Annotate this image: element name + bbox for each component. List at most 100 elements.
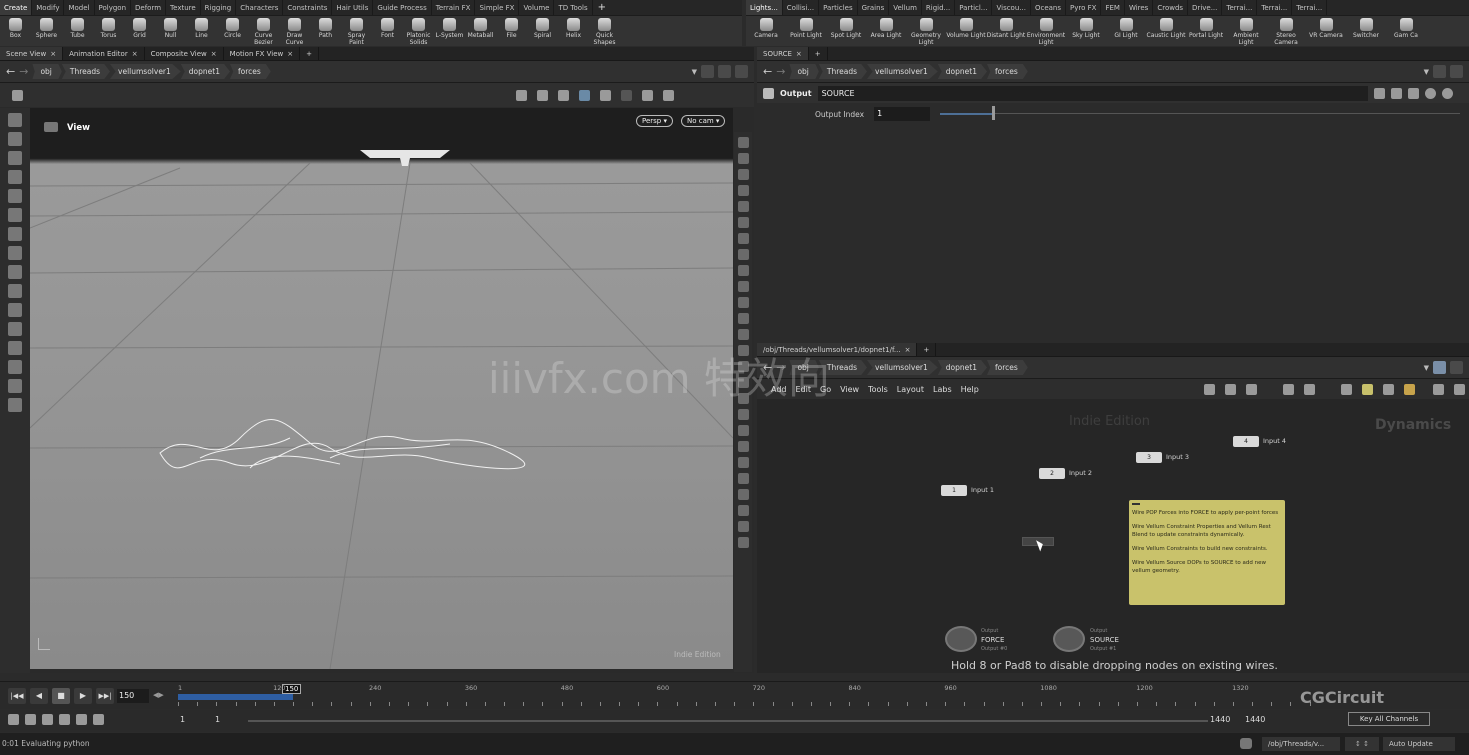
shelf-tab[interactable]: Terrai...	[1222, 0, 1258, 15]
display-option-icon[interactable]	[737, 153, 749, 164]
shelf-tool[interactable]: Portal Light	[1186, 16, 1226, 46]
info-icon[interactable]	[1424, 87, 1436, 99]
range-start-2[interactable]: 1	[215, 715, 220, 724]
render-region-icon[interactable]	[663, 89, 674, 101]
shelf-tab[interactable]: Particl...	[955, 0, 993, 15]
breadcrumb-item[interactable]: forces	[230, 64, 271, 79]
range-icon[interactable]	[93, 714, 104, 725]
shelf-tool[interactable]: Path	[310, 16, 341, 46]
display-option-icon[interactable]	[737, 377, 749, 388]
breadcrumb-item[interactable]: obj	[32, 64, 62, 79]
tab-composite-view[interactable]: Composite View ×	[145, 47, 224, 60]
tab-scene-view[interactable]: Scene View ×	[0, 47, 64, 60]
shelf-tab[interactable]: Hair Utils	[332, 0, 374, 15]
shelf-tool[interactable]: Stereo Camera	[1266, 16, 1306, 46]
shelf-tool[interactable]: Switcher	[1346, 16, 1386, 46]
close-icon[interactable]: ×	[50, 47, 56, 60]
shelf-tool[interactable]: Camera	[746, 16, 786, 46]
magnet-icon[interactable]	[8, 284, 22, 298]
shelf-tab[interactable]: Volume	[519, 0, 555, 15]
shelf-tool[interactable]: Circle	[217, 16, 248, 46]
color-icon[interactable]	[1404, 383, 1415, 395]
shelf-tool[interactable]: Metaball	[465, 16, 496, 46]
gear-icon[interactable]	[1373, 87, 1385, 99]
shelf-tool[interactable]: Null	[155, 16, 186, 46]
display-option-icon[interactable]	[737, 425, 749, 436]
shelf-tool[interactable]: Environment Light	[1026, 16, 1066, 46]
shelf-tool[interactable]: Caustic Light	[1146, 16, 1186, 46]
handle-icon[interactable]	[8, 208, 22, 222]
grid-menu-icon[interactable]	[12, 89, 23, 101]
pin-icon[interactable]	[1433, 65, 1446, 78]
range-slider[interactable]	[248, 720, 1208, 722]
breadcrumb-item[interactable]: dopnet1	[180, 64, 230, 79]
sticky-note-collapse-icon[interactable]	[1132, 503, 1140, 505]
input-node-4[interactable]: 4	[1233, 436, 1259, 447]
shelf-tool[interactable]: Line	[186, 16, 217, 46]
shelf-tool[interactable]: Area Light	[866, 16, 906, 46]
snap-tool-icon[interactable]	[8, 265, 22, 279]
breadcrumb-item[interactable]: vellumsolver1	[110, 64, 181, 79]
shelf-tool[interactable]: Spot Light	[826, 16, 866, 46]
display-option-icon[interactable]	[737, 297, 749, 308]
forward-arrow-icon[interactable]: →	[19, 65, 28, 78]
lasso-icon[interactable]	[8, 246, 22, 260]
tab-source[interactable]: SOURCE ×	[757, 47, 809, 60]
select-tool-icon[interactable]	[8, 132, 22, 146]
shelf-tab[interactable]: Terrai...	[1257, 0, 1293, 15]
close-icon[interactable]: ×	[796, 47, 802, 60]
display-option-icon[interactable]	[737, 201, 749, 212]
shelf-tab[interactable]: Rigid...	[922, 0, 956, 15]
render-icon[interactable]	[8, 303, 22, 317]
pin-icon[interactable]	[1433, 361, 1446, 374]
help-icon[interactable]	[1441, 87, 1453, 99]
shelf-tab[interactable]: Terrain FX	[432, 0, 476, 15]
key-all-channels-button[interactable]: Key All Channels	[1348, 712, 1430, 726]
display-option-icon[interactable]	[737, 441, 749, 452]
display-option-icon[interactable]	[737, 265, 749, 276]
display-option-icon[interactable]	[737, 345, 749, 356]
frame-ruler[interactable]: 150 1 120 240 360 480 600 720 840 960 1080 1200 132…	[178, 684, 1328, 706]
shelf-tool[interactable]: Spiral	[527, 16, 558, 46]
display-option-icon[interactable]	[737, 329, 749, 340]
input-node-2[interactable]: 2	[1039, 468, 1065, 479]
shelf-tab[interactable]: Modify	[32, 0, 65, 15]
persp-menu[interactable]: Persp ▾	[636, 115, 673, 127]
range-end[interactable]: 1440	[1210, 715, 1230, 724]
link-icon[interactable]	[1450, 65, 1463, 78]
tree-icon[interactable]	[1225, 383, 1236, 395]
display-option-icon[interactable]	[737, 169, 749, 180]
shelf-tab[interactable]: Oceans	[1031, 0, 1067, 15]
shelf-tab[interactable]: Pyro FX	[1066, 0, 1102, 15]
box-icon[interactable]	[1383, 383, 1394, 395]
link-icon[interactable]	[1450, 361, 1463, 374]
lock-icon[interactable]	[8, 189, 22, 203]
shelf-tab[interactable]: Vellum	[889, 0, 922, 15]
teapot-icon[interactable]	[8, 360, 22, 374]
menu-go[interactable]: Go	[820, 385, 831, 394]
menu-tools[interactable]: Tools	[868, 385, 888, 394]
range-start[interactable]: 1	[180, 715, 185, 724]
back-arrow-icon[interactable]: ←	[763, 65, 772, 78]
note-icon[interactable]	[1246, 383, 1257, 395]
display-icon[interactable]	[8, 379, 22, 393]
shelf-tool[interactable]: File	[496, 16, 527, 46]
tab-network[interactable]: /obj/Threads/vellumsolver1/dopnet1/f... ×	[757, 343, 918, 356]
shelf-tab[interactable]: Simple FX	[475, 0, 520, 15]
breadcrumb-item[interactable]: dopnet1	[937, 64, 987, 79]
shelf-tab[interactable]: Collisi...	[783, 0, 820, 15]
pin-icon[interactable]	[701, 65, 714, 78]
search-icon[interactable]	[1433, 383, 1444, 395]
close-icon[interactable]: ×	[211, 47, 217, 60]
slider-handle[interactable]	[992, 106, 996, 120]
range-end-2[interactable]: 1440	[1245, 715, 1265, 724]
transform-icon[interactable]	[537, 89, 548, 101]
tools-icon[interactable]	[1204, 383, 1215, 395]
menu-view[interactable]: View	[840, 385, 859, 394]
breadcrumb-item[interactable]: vellumsolver1	[867, 64, 938, 79]
shelf-tab[interactable]: Drive...	[1188, 0, 1223, 15]
close-icon[interactable]: ×	[287, 47, 293, 60]
tab-animation-editor[interactable]: Animation Editor ×	[63, 47, 145, 60]
shelf-tool[interactable]: Distant Light	[986, 16, 1026, 46]
brush-icon[interactable]	[1390, 87, 1402, 99]
